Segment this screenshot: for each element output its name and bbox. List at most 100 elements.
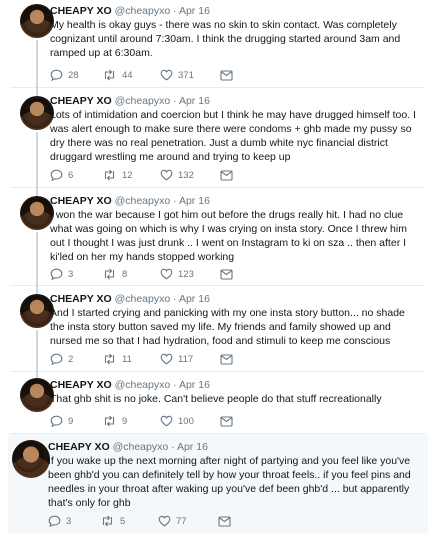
like-button[interactable]: 77	[158, 514, 187, 528]
reply-button[interactable]: 9	[50, 414, 73, 428]
reply-icon	[50, 268, 63, 280]
like-count: 132	[178, 169, 194, 181]
avatar[interactable]	[12, 440, 50, 478]
like-button[interactable]: 132	[160, 168, 194, 182]
retweet-count: 9	[122, 415, 128, 427]
tweet[interactable]: CHEAPY XO @cheapyxo · Apr 16 My health i…	[10, 0, 425, 88]
reply-icon	[50, 69, 63, 81]
direct-message-button[interactable]	[220, 68, 233, 82]
separator: ·	[173, 379, 177, 391]
like-button[interactable]: 117	[160, 352, 193, 366]
separator: ·	[173, 195, 177, 207]
like-button[interactable]: 371	[160, 68, 194, 82]
message-icon	[220, 69, 233, 81]
tweet-text: And I started crying and panicking with …	[50, 307, 405, 347]
reply-icon	[50, 169, 63, 181]
author-handle[interactable]: @cheapyxo	[115, 5, 171, 17]
retweet-icon	[102, 69, 117, 81]
tweet-header: CHEAPY XO @cheapyxo · Apr 16	[50, 4, 210, 18]
heart-icon	[160, 169, 173, 181]
thread-line	[36, 372, 38, 378]
like-button[interactable]: 123	[160, 267, 194, 281]
author-name[interactable]: CHEAPY XO	[50, 5, 112, 17]
thread-line	[36, 330, 38, 372]
like-count: 117	[178, 353, 194, 365]
author-name[interactable]: CHEAPY XO	[50, 95, 112, 107]
direct-message-button[interactable]	[220, 414, 233, 428]
tweet-thread: CHEAPY XO @cheapyxo · Apr 16 My health i…	[0, 0, 440, 536]
thread-line	[36, 132, 38, 188]
author-name[interactable]: CHEAPY XO	[48, 441, 110, 453]
reply-icon	[50, 353, 63, 365]
reply-count: 6	[68, 169, 74, 181]
tweet[interactable]: CHEAPY XO @cheapyxo · Apr 16 That ghb sh…	[10, 372, 425, 434]
author-handle[interactable]: @cheapyxo	[115, 95, 171, 107]
author-handle[interactable]: @cheapyxo	[115, 195, 171, 207]
message-icon	[218, 515, 231, 527]
avatar[interactable]	[20, 378, 54, 412]
retweet-button[interactable]: 12	[102, 168, 133, 182]
author-name[interactable]: CHEAPY XO	[50, 195, 112, 207]
reply-count: 2	[68, 353, 74, 365]
tweet-date[interactable]: Apr 16	[177, 441, 208, 453]
reply-button[interactable]: 6	[50, 168, 73, 182]
tweet[interactable]: CHEAPY XO @cheapyxo · Apr 16 And I start…	[10, 286, 425, 372]
message-icon	[220, 169, 233, 181]
tweet[interactable]: CHEAPY XO @cheapyxo · Apr 16 I won the w…	[10, 188, 425, 286]
tweet-text: I won the war because I got him out befo…	[50, 209, 407, 263]
author-name[interactable]: CHEAPY XO	[50, 293, 112, 305]
retweet-count: 12	[122, 169, 133, 181]
thread-line	[36, 88, 38, 96]
reply-button[interactable]: 3	[50, 267, 73, 281]
message-icon	[220, 353, 233, 365]
like-button[interactable]: 100	[160, 414, 194, 428]
retweet-button[interactable]: 8	[102, 267, 127, 281]
avatar[interactable]	[20, 96, 54, 130]
like-count: 77	[176, 515, 187, 527]
like-count: 123	[178, 268, 194, 280]
like-count: 100	[178, 415, 194, 427]
tweet[interactable]: CHEAPY XO @cheapyxo · Apr 16 Lots of int…	[10, 88, 425, 188]
direct-message-button[interactable]	[220, 352, 233, 366]
retweet-button[interactable]: 5	[100, 514, 125, 528]
retweet-count: 44	[122, 69, 133, 81]
tweet-text: My health is okay guys - there was no sk…	[50, 19, 401, 59]
author-handle[interactable]: @cheapyxo	[115, 379, 171, 391]
avatar[interactable]	[20, 4, 54, 38]
thread-line	[36, 232, 38, 286]
like-count: 371	[178, 69, 194, 81]
reply-button[interactable]: 3	[48, 514, 71, 528]
tweet-date[interactable]: Apr 16	[179, 195, 210, 207]
tweet-text: That ghb shit is no joke. Can't believe …	[50, 393, 382, 405]
thread-line	[36, 40, 38, 88]
tweet-date[interactable]: Apr 16	[179, 95, 210, 107]
author-handle[interactable]: @cheapyxo	[113, 441, 169, 453]
heart-icon	[160, 268, 173, 280]
direct-message-button[interactable]	[220, 267, 233, 281]
heart-icon	[160, 353, 173, 365]
separator: ·	[173, 293, 177, 305]
tweet-date[interactable]: Apr 16	[179, 5, 210, 17]
tweet-header: CHEAPY XO @cheapyxo · Apr 16	[50, 94, 210, 108]
tweet-header: CHEAPY XO @cheapyxo · Apr 16	[50, 292, 210, 306]
direct-message-button[interactable]	[220, 168, 233, 182]
retweet-button[interactable]: 44	[102, 68, 133, 82]
avatar[interactable]	[20, 294, 54, 328]
author-name[interactable]: CHEAPY XO	[50, 379, 112, 391]
separator: ·	[173, 5, 177, 17]
author-handle[interactable]: @cheapyxo	[115, 293, 171, 305]
avatar[interactable]	[20, 196, 54, 230]
tweet-date[interactable]: Apr 16	[179, 379, 210, 391]
retweet-icon	[100, 515, 115, 527]
direct-message-button[interactable]	[218, 514, 231, 528]
reply-button[interactable]: 28	[50, 68, 79, 82]
heart-icon	[158, 515, 171, 527]
reply-button[interactable]: 2	[50, 352, 73, 366]
retweet-button[interactable]: 11	[102, 352, 132, 366]
tweet-header: CHEAPY XO @cheapyxo · Apr 16	[50, 194, 210, 208]
retweet-button[interactable]: 9	[102, 414, 127, 428]
retweet-count: 11	[122, 353, 132, 365]
tweet[interactable]: CHEAPY XO @cheapyxo · Apr 16 If you wake…	[8, 434, 428, 534]
reply-icon	[50, 415, 63, 427]
tweet-date[interactable]: Apr 16	[179, 293, 210, 305]
